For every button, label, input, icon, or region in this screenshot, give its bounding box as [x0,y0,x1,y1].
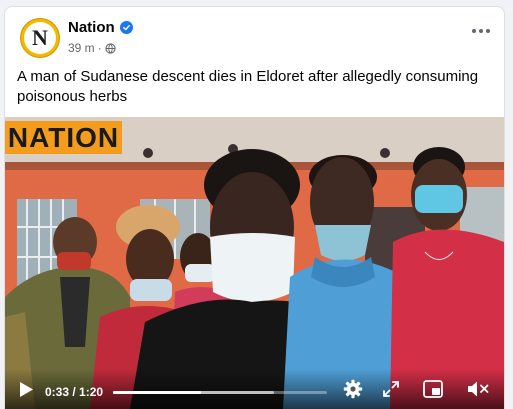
post-caption: A man of Sudanese descent dies in Eldore… [17,68,479,105]
globe-icon[interactable] [105,42,116,54]
volume-muted-icon[interactable] [467,380,489,403]
post-meta: 39 m · [68,41,116,55]
post-timestamp[interactable]: 39 m [68,41,95,55]
video-player[interactable]: NATION 0:33 / 1:20 [5,117,504,409]
time-separator: / [69,385,80,399]
page-name-row: Nation [68,19,133,36]
current-time: 0:33 [45,385,70,399]
video-controls: 0:33 / 1:20 [5,369,504,409]
page-avatar[interactable]: N [20,18,60,58]
progress-played [113,391,202,394]
verified-badge-icon [119,21,133,34]
more-dot [486,29,490,33]
nation-watermark: NATION [5,121,122,154]
more-options-icon[interactable] [472,29,490,33]
more-dot [472,29,476,33]
fullscreen-icon[interactable] [383,381,399,402]
video-frame [5,117,504,409]
gear-icon[interactable] [343,379,363,404]
play-icon[interactable] [19,381,34,403]
picture-in-picture-icon[interactable] [423,380,443,403]
video-time: 0:33 / 1:20 [45,385,103,399]
post-card: N Nation 39 m · A man of Sudanese descen… [4,6,505,409]
more-dot [479,29,483,33]
meta-separator: · [97,41,102,55]
avatar-logo: N [24,22,56,54]
duration: 1:20 [79,385,104,399]
progress-bar[interactable] [113,391,327,394]
page-name-link[interactable]: Nation [68,19,115,36]
